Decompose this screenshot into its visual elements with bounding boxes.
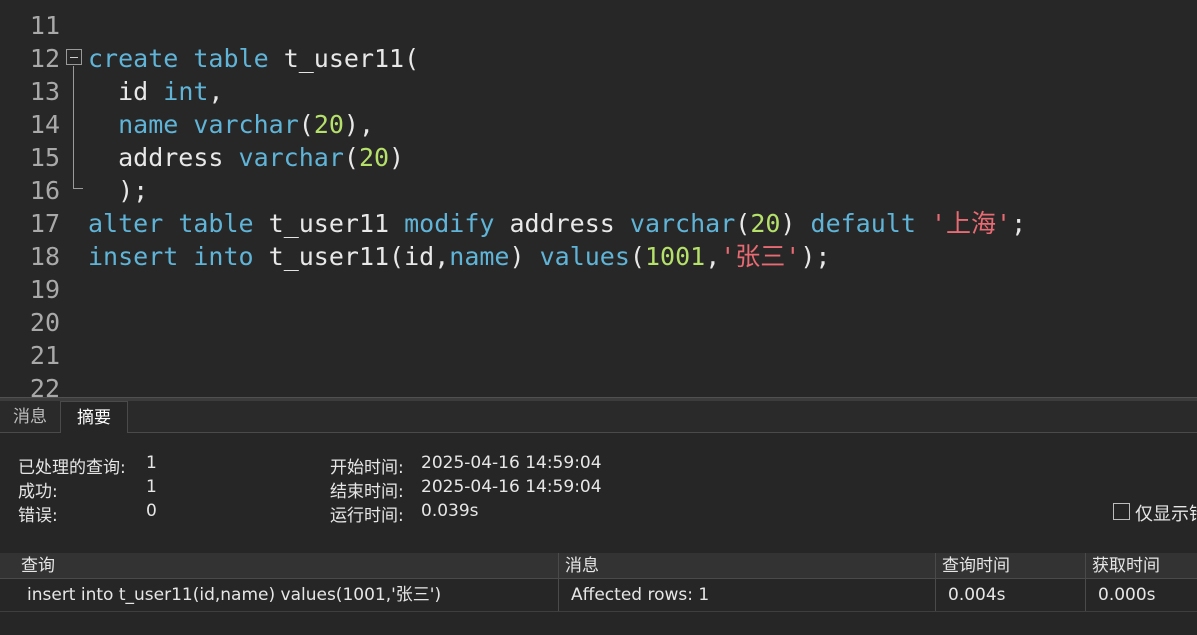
run-time-value: 0.039s	[421, 501, 479, 521]
fold-guide-end	[73, 188, 83, 189]
token-text: (	[298, 110, 314, 139]
column-header-query-time[interactable]: 查询时间	[936, 553, 1086, 578]
cell-message: Affected rows: 1	[559, 579, 936, 611]
fold-guide-line	[73, 66, 74, 188]
success-label: 成功:	[18, 482, 58, 502]
error-value: 0	[146, 501, 157, 521]
token-kw: into	[193, 242, 254, 271]
token-str: '上海'	[930, 209, 1012, 238]
line-number: 22	[29, 374, 60, 397]
token-text: ),	[343, 110, 375, 139]
token-text: t_user11(	[268, 44, 420, 73]
tab-summary[interactable]: 摘要	[60, 401, 128, 433]
line-number: 20	[29, 308, 60, 337]
token-kw: varchar	[238, 143, 344, 172]
token-text: ,	[208, 77, 224, 106]
line-number: 11	[29, 11, 60, 40]
token-str: '张三'	[720, 242, 801, 271]
token-text: (	[735, 209, 751, 238]
column-header-query[interactable]: 查询	[0, 553, 559, 578]
token-text: ,	[705, 242, 721, 271]
cell-fetch-time: 0.000s	[1098, 585, 1156, 605]
line-number: 12	[29, 44, 60, 73]
token-kw: varchar	[193, 110, 299, 139]
token-kw: default	[810, 209, 916, 238]
result-grid-header: 查询 消息 查询时间 获取时间	[0, 553, 1197, 579]
tab-messages[interactable]: 消息	[0, 401, 60, 433]
token-text: t_user11	[253, 209, 405, 238]
token-kw: insert	[88, 242, 179, 271]
token-text: );	[800, 242, 831, 271]
code-text: alter table t_user11 modify address varc…	[88, 207, 1026, 240]
token-kw: name	[118, 110, 179, 139]
token-text: )	[780, 209, 811, 238]
table-row[interactable]: insert into t_user11(id,name) values(100…	[0, 579, 1197, 612]
run-time-label: 运行时间:	[330, 506, 404, 526]
start-time-value: 2025-04-16 14:59:04	[421, 453, 602, 473]
token-text: (	[629, 242, 645, 271]
token-kw: values	[539, 242, 630, 271]
line-number: 14	[29, 110, 60, 139]
success-value: 1	[146, 477, 157, 497]
line-number: 21	[29, 341, 60, 370]
sql-editor[interactable]: 11 12 create table t_user11(13 id int, 14 n…	[0, 0, 1197, 397]
token-text: (	[343, 143, 359, 172]
token-text: address	[88, 143, 239, 172]
start-time-label: 开始时间:	[330, 458, 404, 478]
only-show-errors-label: 仅显示错	[1135, 504, 1197, 525]
code-text: address varchar(20)	[88, 141, 404, 174]
token-text: t_user11(id,	[253, 242, 450, 271]
end-time-value: 2025-04-16 14:59:04	[421, 477, 602, 497]
token-kw: table	[178, 209, 254, 238]
token-kw: alter	[88, 209, 164, 238]
token-text: )	[389, 143, 405, 172]
token-text: );	[88, 176, 149, 205]
error-label: 错误:	[18, 506, 58, 526]
token-num: 20	[358, 143, 390, 172]
processed-queries-label: 已处理的查询:	[18, 458, 126, 478]
code-text: create table t_user11(	[88, 42, 419, 75]
only-show-errors-checkbox[interactable]	[1113, 503, 1130, 520]
end-time-label: 结束时间:	[330, 482, 404, 502]
cell-query-time: 0.004s	[936, 579, 1086, 611]
fold-collapse-icon[interactable]	[66, 49, 82, 65]
token-kw: int	[163, 77, 209, 106]
token-num: 20	[750, 209, 781, 238]
line-number: 16	[29, 176, 60, 205]
line-number: 19	[29, 275, 60, 304]
token-text: address	[494, 209, 630, 238]
token-kw: name	[449, 242, 510, 271]
column-header-message[interactable]: 消息	[559, 553, 936, 578]
token-text: id	[88, 77, 164, 106]
token-kw: modify	[404, 209, 495, 238]
code-text: name varchar(20),	[88, 108, 374, 141]
processed-queries-value: 1	[146, 453, 157, 473]
token-kw: varchar	[629, 209, 736, 238]
result-tabs: 消息 摘要	[0, 401, 1197, 433]
line-number: 17	[29, 209, 60, 238]
token-kw: create	[88, 44, 179, 73]
token-num: 20	[313, 110, 344, 139]
code-text: insert into t_user11(id,name) values(100…	[88, 240, 830, 273]
token-num: 1001	[644, 242, 706, 271]
column-header-fetch-time[interactable]: 获取时间	[1086, 553, 1197, 578]
line-number: 18	[29, 242, 60, 271]
line-number: 13	[29, 77, 60, 106]
line-number: 15	[29, 143, 60, 172]
code-text: );	[88, 174, 148, 207]
token-kw: table	[193, 44, 269, 73]
token-text: ;	[1011, 209, 1027, 238]
cell-query: insert into t_user11(id,name) values(100…	[0, 579, 559, 611]
code-text: id int,	[88, 75, 223, 108]
grid-empty-area	[0, 612, 1197, 635]
summary-pane: 已处理的查询: 1 成功: 1 错误: 0 开始时间: 2025-04-16 1…	[0, 433, 1197, 553]
token-text: )	[509, 242, 540, 271]
